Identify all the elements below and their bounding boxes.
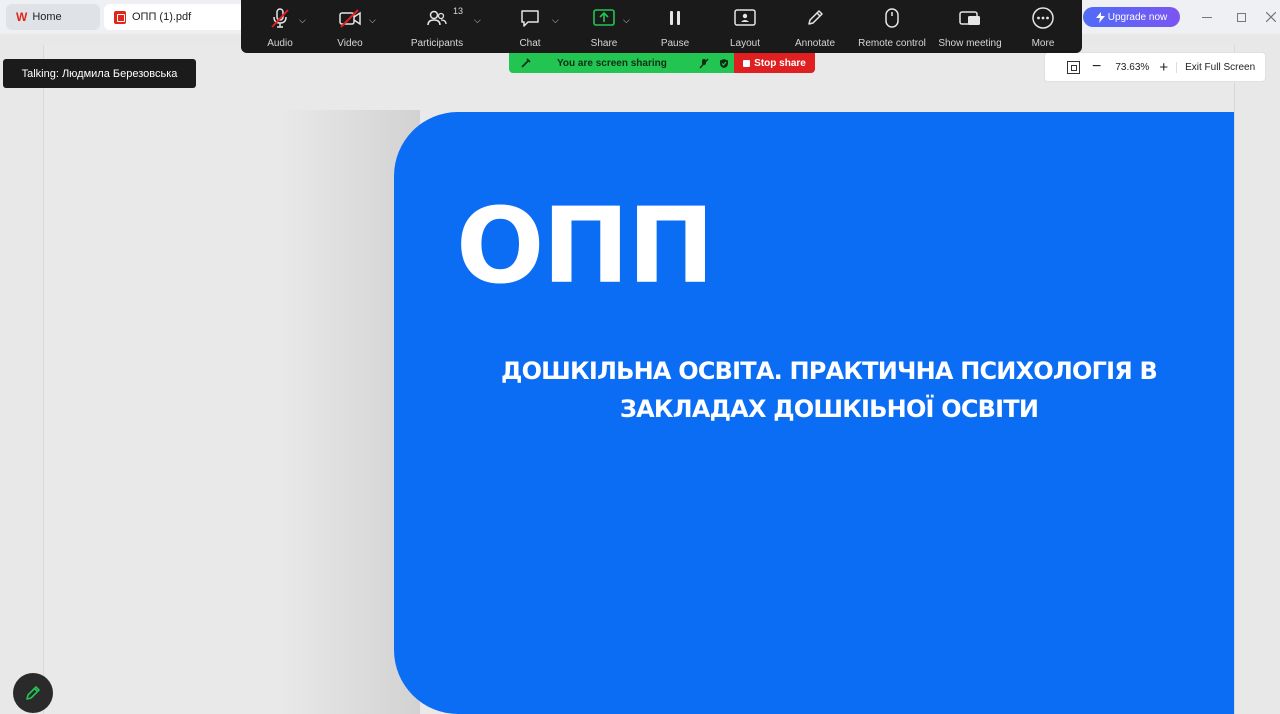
participants-label: Participants — [410, 38, 464, 49]
video-button[interactable]: Video — [334, 0, 366, 53]
shield-check-icon — [719, 58, 728, 68]
tab-home-label: Home — [32, 11, 62, 23]
tab-home[interactable]: W Home — [6, 4, 100, 30]
annotate-button[interactable]: Annotate — [793, 0, 837, 53]
meeting-toolbar: Audio ⌵ Video ⌵ Participants 13 ⌵ Chat ⌵… — [241, 0, 1082, 53]
audio-label: Audio — [267, 38, 293, 49]
zoom-in-button[interactable]: + — [1159, 60, 1168, 75]
tab-pdf-document[interactable]: ОПП (1).pdf — [104, 4, 244, 30]
fit-page-icon[interactable] — [1067, 60, 1080, 74]
bolt-icon — [1095, 11, 1105, 23]
audio-options-chevron-icon[interactable]: ⌵ — [299, 15, 306, 26]
wps-logo-icon: W — [16, 10, 27, 24]
audio-button[interactable]: Audio — [263, 0, 297, 53]
more-label: More — [1031, 38, 1055, 49]
talking-label: Talking: Людмила Березовська — [21, 67, 178, 80]
slide-title: ОПП — [456, 185, 714, 307]
annotate-label: Annotate — [794, 38, 836, 49]
minimize-icon — [1202, 16, 1212, 18]
muted-mic-icon — [271, 8, 289, 28]
chat-options-chevron-icon[interactable]: ⌵ — [552, 15, 559, 26]
pencil-icon — [808, 10, 823, 25]
drag-handle-icon — [521, 58, 531, 68]
slide-subtitle: ДОШКІЛЬНА ОСВІТА. ПРАКТИЧНА ПСИХОЛОГІЯ В… — [501, 357, 1158, 423]
maximize-button[interactable] — [1232, 8, 1250, 26]
minimize-button[interactable] — [1198, 8, 1216, 26]
share-button[interactable]: Share — [589, 0, 619, 53]
pause-share-button[interactable]: Pause — [659, 0, 691, 53]
remote-control-button[interactable]: Remote control — [856, 0, 928, 53]
more-button[interactable]: More — [1028, 0, 1058, 53]
participants-count: 13 — [453, 6, 464, 16]
share-options-chevron-icon[interactable]: ⌵ — [623, 15, 630, 26]
pdf-file-icon — [114, 10, 126, 24]
layout-icon — [734, 9, 756, 26]
zoom-level[interactable]: 73.63% — [1113, 62, 1151, 73]
video-label: Video — [337, 38, 363, 49]
more-icon — [1032, 7, 1054, 29]
close-icon — [1266, 12, 1276, 22]
video-off-icon — [339, 9, 361, 28]
chat-label: Chat — [519, 38, 541, 49]
chat-button[interactable]: Chat — [517, 0, 543, 53]
pause-label: Pause — [660, 38, 690, 49]
stop-share-button[interactable]: Stop share — [734, 53, 815, 73]
layout-label: Layout — [729, 38, 761, 49]
remote-control-label: Remote control — [858, 38, 926, 49]
talking-indicator: Talking: Людмила Березовська — [3, 59, 196, 88]
show-meeting-icon — [959, 11, 980, 25]
mouse-icon — [885, 8, 899, 28]
upgrade-now-label: Upgrade now — [1107, 11, 1168, 23]
close-button[interactable] — [1262, 8, 1280, 26]
share-screen-icon — [593, 9, 615, 26]
tab-pdf-label: ОПП (1).pdf — [132, 11, 192, 23]
muted-mic-small-icon — [699, 58, 709, 68]
zoom-bar: − 73.63% + Exit Full Screen — [1044, 52, 1266, 82]
share-label: Share — [590, 38, 618, 49]
stop-icon — [743, 59, 751, 67]
pdf-slide-page: ОПП ДОШКІЛЬНА ОСВІТА. ПРАКТИЧНА ПСИХОЛОГ… — [394, 112, 1234, 714]
participants-icon — [427, 10, 447, 26]
show-meeting-button[interactable]: Show meeting — [937, 0, 1003, 53]
layout-button[interactable]: Layout — [727, 0, 763, 53]
maximize-icon — [1236, 12, 1246, 22]
participants-options-chevron-icon[interactable]: ⌵ — [474, 15, 481, 26]
pause-icon — [670, 11, 680, 25]
screen-sharing-label: You are screen sharing — [557, 57, 667, 69]
pencil-icon — [26, 686, 40, 700]
stop-share-label: Stop share — [754, 57, 806, 69]
exit-full-screen-button[interactable]: Exit Full Screen — [1176, 61, 1255, 73]
screen-sharing-banner[interactable]: You are screen sharing — [509, 53, 734, 73]
show-meeting-label: Show meeting — [938, 38, 1002, 49]
zoom-out-button[interactable]: − — [1092, 59, 1101, 75]
annotate-floating-button[interactable] — [13, 673, 53, 713]
chat-icon — [521, 10, 539, 27]
upgrade-now-button[interactable]: Upgrade now — [1083, 7, 1180, 27]
video-options-chevron-icon[interactable]: ⌵ — [369, 15, 376, 26]
